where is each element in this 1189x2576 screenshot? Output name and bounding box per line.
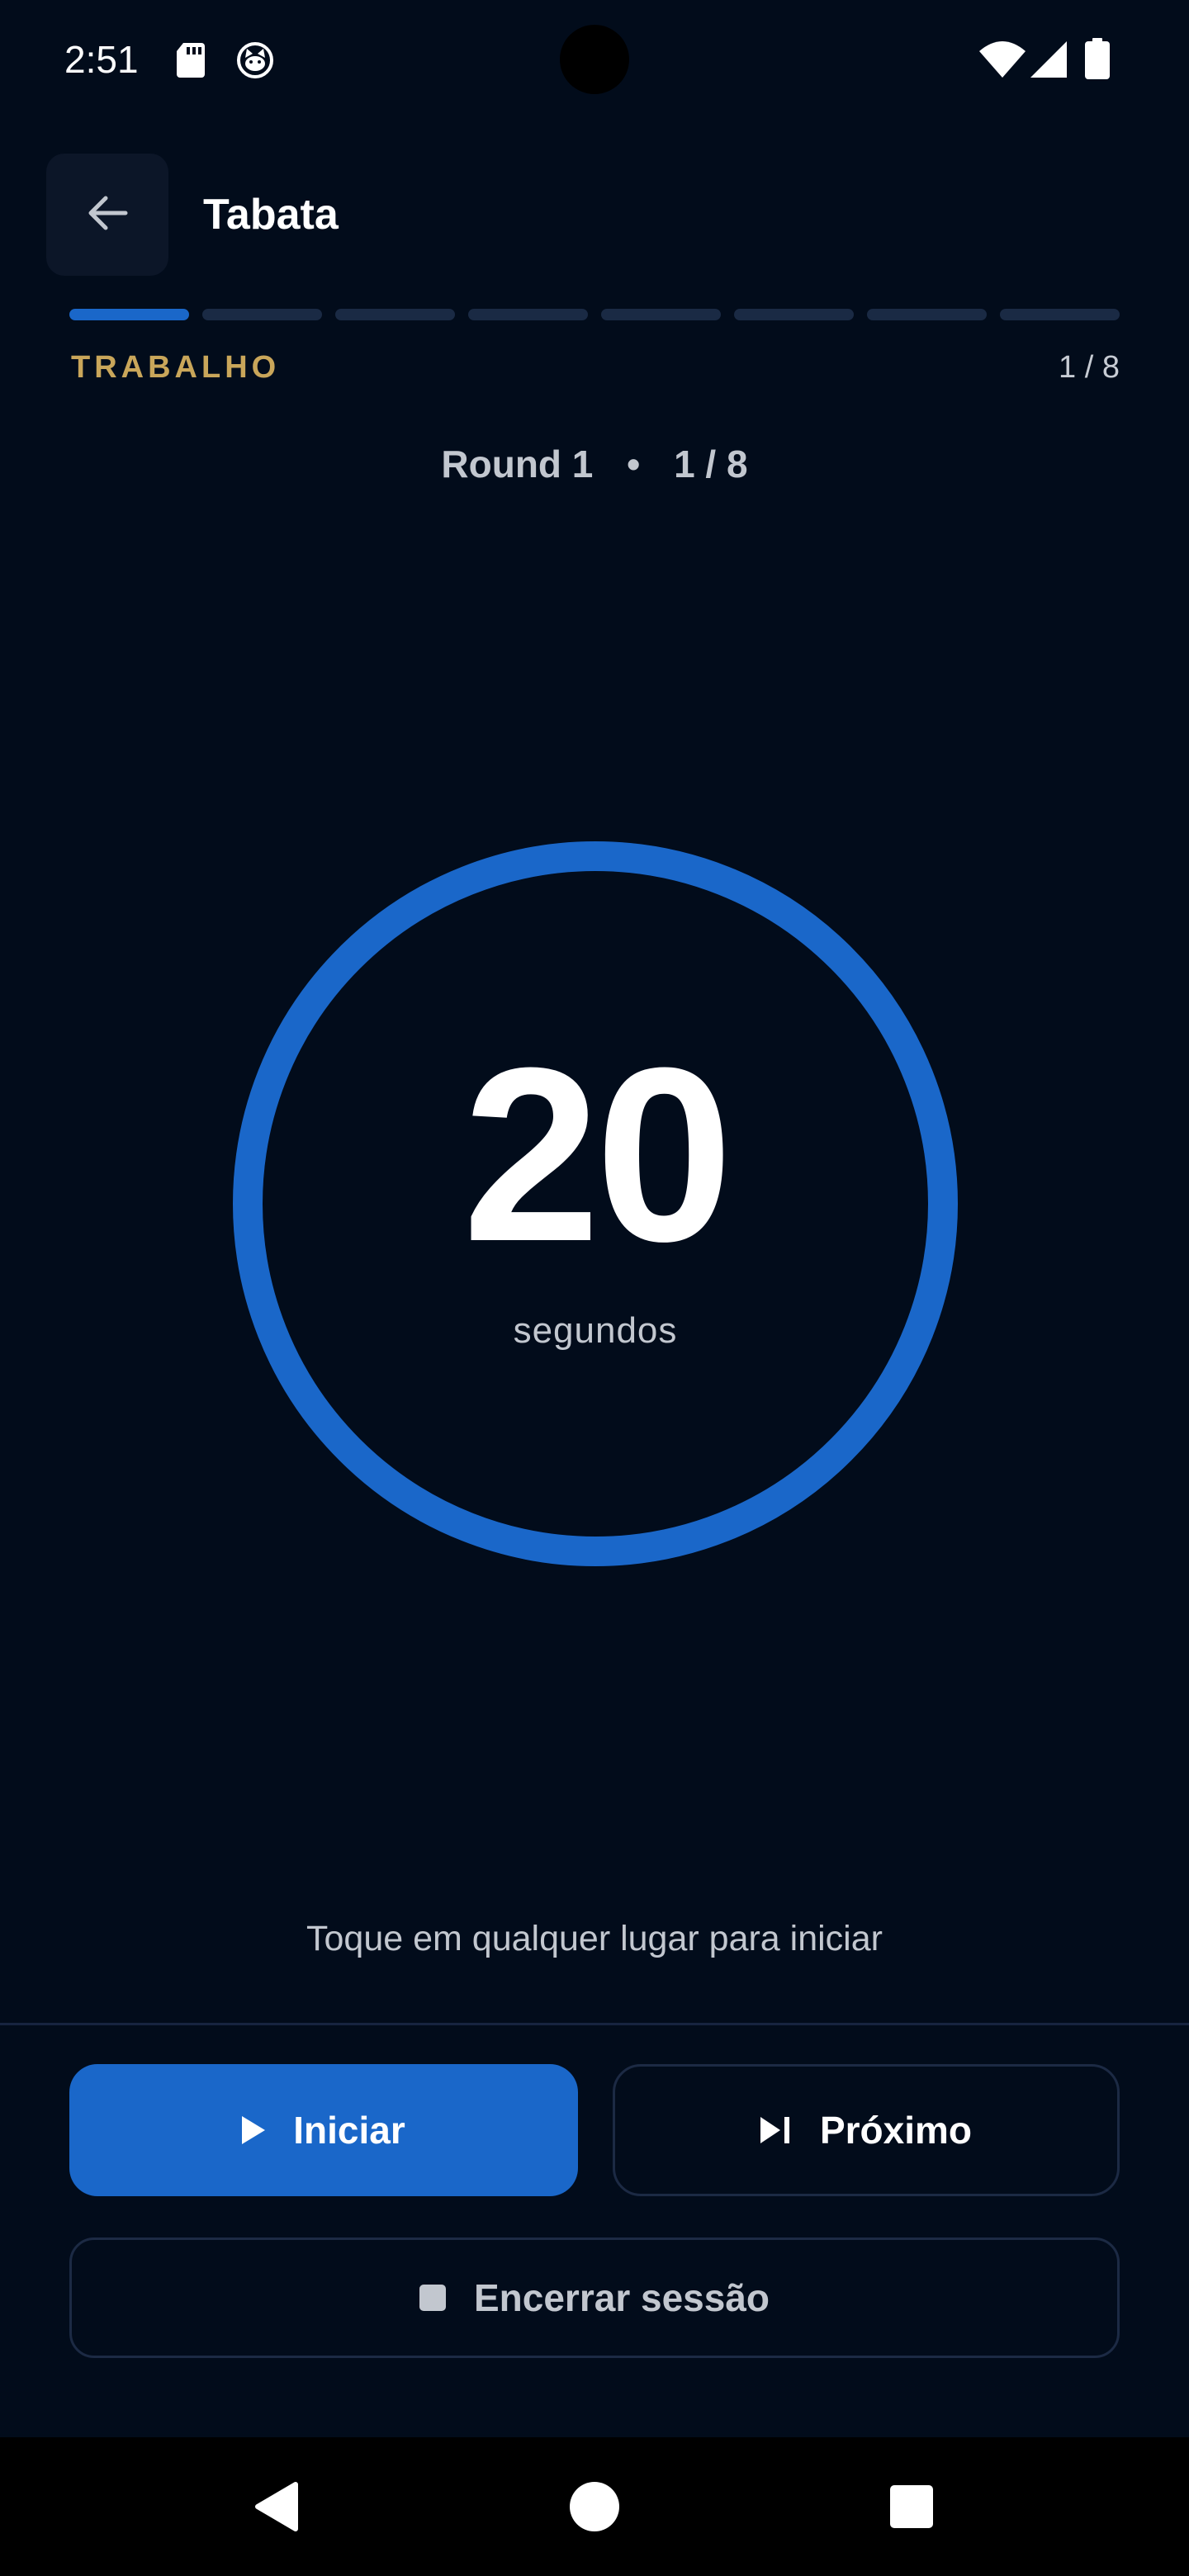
sd-card-icon	[177, 43, 205, 82]
round-progress	[69, 309, 1120, 320]
round-count: 1 / 8	[674, 443, 748, 485]
progress-segment	[69, 309, 189, 320]
divider	[0, 2023, 1189, 2025]
system-nav-bar	[0, 2437, 1189, 2576]
timer[interactable]: 20 segundos	[232, 841, 959, 1567]
nav-home-icon[interactable]	[553, 2465, 636, 2548]
round-indicator: Round 1 • 1 / 8	[0, 438, 1189, 490]
end-session-button[interactable]: Encerrar sessão	[69, 2237, 1120, 2358]
round-label: Round 1	[441, 443, 594, 485]
next-button-label: Próximo	[819, 2109, 973, 2152]
progress-segment	[202, 309, 322, 320]
camera-cutout	[560, 25, 629, 94]
next-button[interactable]: Próximo	[613, 2064, 1120, 2196]
wifi-icon	[979, 41, 1026, 82]
timer-unit: segundos	[513, 1310, 678, 1351]
back-button[interactable]	[46, 154, 168, 276]
end-session-label: Encerrar sessão	[473, 2276, 770, 2319]
timer-value: 20	[462, 1016, 733, 1293]
cat-face-icon	[236, 41, 274, 83]
stop-icon	[419, 2285, 446, 2311]
phase-label: TRABALHO	[71, 350, 281, 385]
status-bar: 2:51	[0, 0, 1189, 124]
start-hint: Toque em qualquer lugar para iniciar	[306, 1919, 883, 1958]
arrow-left-icon	[84, 190, 130, 240]
progress-segment	[867, 309, 987, 320]
skip-next-icon	[760, 2117, 792, 2143]
phase-count: 1 / 8	[1059, 350, 1120, 385]
nav-back-icon[interactable]	[234, 2465, 317, 2548]
cell-signal-icon	[1030, 41, 1067, 82]
battery-icon	[1085, 38, 1110, 83]
progress-segment	[601, 309, 721, 320]
progress-segment	[1000, 309, 1120, 320]
status-time: 2:51	[64, 38, 139, 81]
play-icon	[242, 2116, 266, 2144]
nav-recents-icon[interactable]	[870, 2465, 953, 2548]
progress-segment	[468, 309, 588, 320]
progress-segment	[335, 309, 455, 320]
start-button-label: Iniciar	[293, 2109, 405, 2152]
start-button[interactable]: Iniciar	[69, 2064, 578, 2196]
progress-segment	[734, 309, 854, 320]
round-separator: •	[627, 443, 641, 485]
app-bar: Tabata	[0, 154, 1189, 276]
page-title: Tabata	[203, 191, 339, 239]
